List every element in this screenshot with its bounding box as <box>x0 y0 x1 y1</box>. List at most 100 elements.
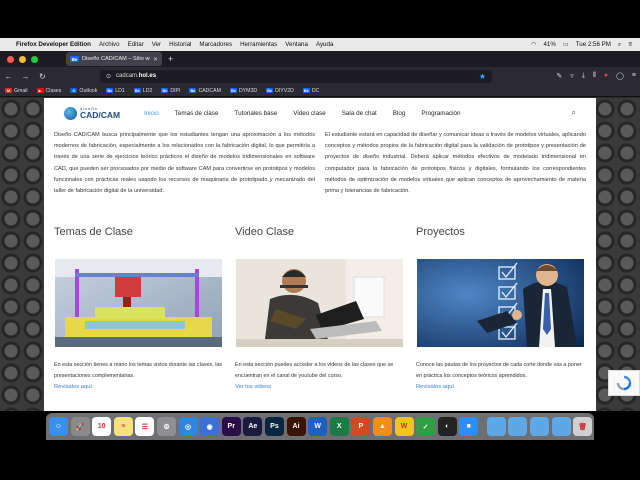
section-title-temas: Temas de Clase <box>54 226 133 238</box>
dock-after-effects-icon[interactable]: Ae <box>243 417 263 436</box>
dock-folder-3-icon[interactable] <box>530 417 550 436</box>
nav-sala-de-chat[interactable]: Sala de chat <box>342 110 377 117</box>
nav-blog[interactable]: Blog <box>393 110 406 117</box>
bookmark-label: DC <box>311 87 320 94</box>
dock-obs-icon[interactable]: ◐ <box>437 417 457 436</box>
dock-safari-icon[interactable]: ◎ <box>178 417 198 436</box>
nav-programacion[interactable]: Programación <box>421 110 460 117</box>
dock-zoom-icon[interactable]: ■ <box>459 417 479 436</box>
dock-folder-4-icon[interactable] <box>551 417 571 436</box>
clock[interactable]: Tue 2:56 PM <box>576 41 611 48</box>
dock-vlc-icon[interactable]: ▲ <box>372 417 392 436</box>
minimize-window-button[interactable] <box>19 55 26 63</box>
bookmark-outlook[interactable]: O Outlook <box>70 88 97 94</box>
dock-firefox-icon[interactable]: ◉ <box>200 417 220 436</box>
link-ver-videos[interactable]: Ver los videos <box>235 384 271 390</box>
bookmark-label: Clases <box>45 87 62 94</box>
bookmark-label: DIYV2D <box>275 87 294 94</box>
image-businessman-checklist[interactable] <box>417 259 584 347</box>
reload-icon[interactable]: ↻ <box>34 72 51 81</box>
menu-archivo[interactable]: Archivo <box>99 41 120 48</box>
nav-temas-de-clase[interactable]: Temas de clase <box>175 110 219 117</box>
back-icon[interactable]: ← <box>0 72 17 81</box>
bookmarks-bar: M Gmail ▶ Clases O Outlook Be LD1 Be LD2 Be DIPI Be C… <box>0 85 640 97</box>
bookmark-cadcam[interactable]: Be CADCAM <box>189 88 221 94</box>
new-tab-icon[interactable]: + <box>168 54 173 64</box>
nav-video-clase[interactable]: Video clase <box>293 110 325 117</box>
menu-ver[interactable]: Ver <box>152 41 161 48</box>
forward-icon[interactable]: → <box>17 72 34 81</box>
page-content: Diseño CAD/CAM busca principalmente que … <box>44 128 596 411</box>
bookmark-dipi[interactable]: Be DIPI <box>161 88 180 94</box>
menu-herramientas[interactable]: Herramientas <box>240 41 277 48</box>
account-icon[interactable]: ◯ <box>616 72 624 80</box>
bookmark-diyv2d[interactable]: Be DIYV2D <box>266 88 294 94</box>
bookmark-ld1[interactable]: Be LD1 <box>106 88 125 94</box>
tab-title: Diseño CAD/CAM – Sitio web de <box>82 56 150 62</box>
dock-reminders-icon[interactable]: ☰ <box>135 417 155 436</box>
battery-icon[interactable]: ▭ <box>563 41 569 48</box>
dock-finder-icon[interactable]: ☺ <box>49 417 68 436</box>
control-center-icon[interactable]: ≡ <box>628 41 632 48</box>
site-search-icon[interactable]: ⌕ <box>572 108 576 118</box>
dock-launchpad-icon[interactable]: 🚀 <box>70 417 90 436</box>
dock-illustrator-icon[interactable]: Ai <box>286 417 306 436</box>
dock-trash-icon[interactable]: 🗑 <box>573 417 593 436</box>
dock-folder-1-icon[interactable] <box>486 417 506 436</box>
menu-editar[interactable]: Editar <box>128 41 144 48</box>
nav-inicio[interactable]: Inicio <box>144 110 159 117</box>
menu-historial[interactable]: Historial <box>169 41 191 48</box>
link-revisalos-temas[interactable]: Revisalos aquí <box>54 384 92 390</box>
image-3d-printer[interactable] <box>55 259 222 347</box>
bookmark-favicon-icon: M <box>5 88 12 93</box>
menu-marcadores[interactable]: Marcadores <box>199 41 232 48</box>
image-student-laptop[interactable] <box>236 259 403 347</box>
pocket-icon[interactable]: ▿ <box>570 72 574 80</box>
bookmark-dc[interactable]: Be DC <box>302 87 320 94</box>
globe-logo-icon <box>64 106 77 120</box>
bookmark-star-icon[interactable]: ★ <box>479 72 486 81</box>
dock-powerpoint-icon[interactable]: P <box>351 417 371 436</box>
zoom-window-button[interactable] <box>31 55 38 63</box>
close-tab-icon[interactable]: ✕ <box>153 56 158 63</box>
dock-premiere-icon[interactable]: Pr <box>221 417 241 436</box>
link-revisalos-proyectos[interactable]: Revisalos aquí <box>416 384 454 390</box>
bookmark-favicon-icon: Be <box>133 88 141 93</box>
menu-icon[interactable]: ≡ <box>632 72 636 80</box>
site-logo[interactable]: diseño CAD/CAM <box>64 106 134 120</box>
recaptcha-badge[interactable] <box>608 370 640 396</box>
dock-excel-icon[interactable]: X <box>329 417 349 436</box>
url-bar[interactable]: ⊙ cadcam. hol.es ★ <box>100 69 492 83</box>
dock-calendar-icon[interactable]: 10 <box>92 417 112 436</box>
bookmark-gmail[interactable]: M Gmail <box>5 88 28 94</box>
downloads-icon[interactable]: ⤓ <box>582 72 585 80</box>
bookmark-favicon-icon: O <box>70 88 78 93</box>
battery-text[interactable]: 41% <box>543 41 555 48</box>
extension-icon[interactable]: ● <box>604 72 608 80</box>
dock-notes-icon[interactable]: ≡ <box>113 417 133 436</box>
dock-app-yellow-icon[interactable]: W <box>394 417 414 436</box>
library-icon[interactable]: ⫴ <box>593 72 596 80</box>
menu-ayuda[interactable]: Ayuda <box>316 41 333 48</box>
wifi-icon[interactable]: ◠ <box>531 41 536 48</box>
logo-big-text: CAD/CAM <box>80 109 121 120</box>
dock-system-preferences-icon[interactable]: ⚙ <box>156 417 176 436</box>
tools-icon[interactable]: ✎ <box>556 72 562 80</box>
site-info-icon[interactable]: ⊙ <box>106 73 111 80</box>
browser-tab[interactable]: Be Diseño CAD/CAM – Sitio web de ✕ <box>66 52 162 66</box>
menu-app-name[interactable]: Firefox Developer Edition <box>16 41 91 48</box>
search-spotlight-icon[interactable]: ⌕ <box>618 41 621 49</box>
close-window-button[interactable] <box>7 55 14 63</box>
site-header: diseño CAD/CAM Inicio Temas de clase Tut… <box>44 98 596 128</box>
dock-folder-2-icon[interactable] <box>508 417 528 436</box>
nav-tutoriales-base[interactable]: Tutoriales base <box>234 110 277 117</box>
site-nav: Inicio Temas de clase Tutoriales base Vi… <box>144 110 477 117</box>
menu-ventana[interactable]: Ventana <box>285 41 308 48</box>
mac-menubar: Firefox Developer Edition Archivo Editar… <box>0 38 640 51</box>
bookmark-dym3d[interactable]: Be DYM3D <box>229 88 257 94</box>
bookmark-clases[interactable]: ▶ Clases <box>36 87 62 94</box>
dock-word-icon[interactable]: W <box>308 417 328 436</box>
dock-app-green-icon[interactable]: ✓ <box>416 417 436 436</box>
bookmark-ld2[interactable]: Be LD2 <box>133 88 152 94</box>
dock-photoshop-icon[interactable]: Ps <box>264 417 284 436</box>
